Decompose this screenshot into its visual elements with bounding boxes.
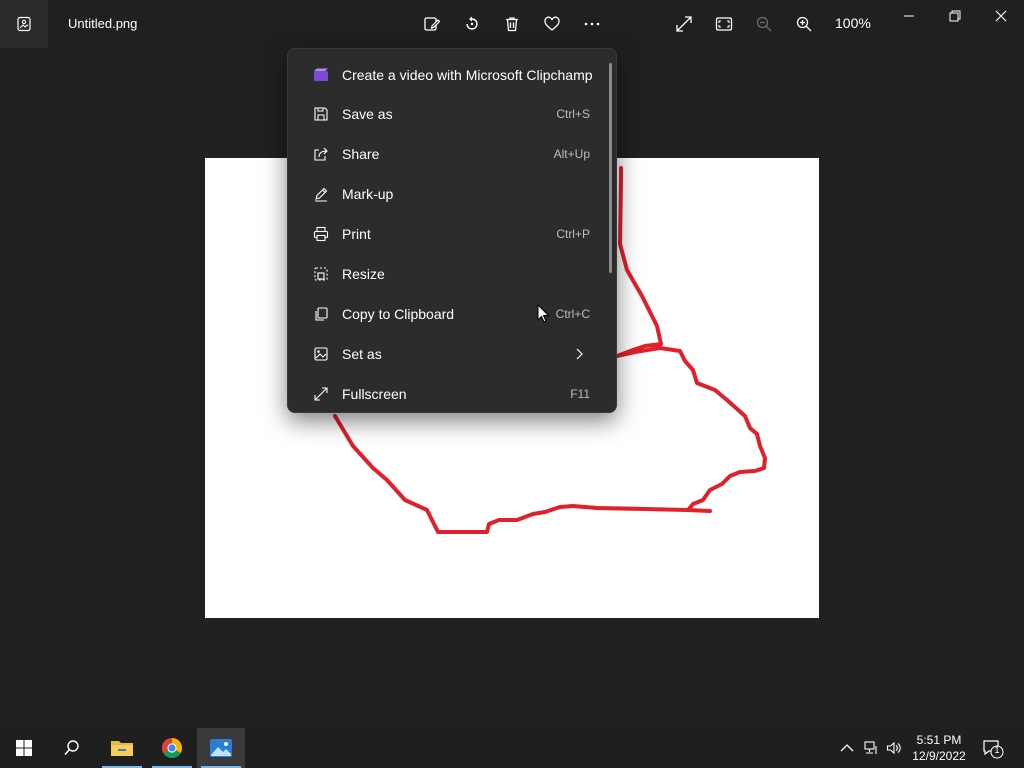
menu-item-shortcut: Ctrl+C bbox=[555, 307, 590, 321]
save-icon bbox=[312, 105, 330, 123]
fit-window-icon[interactable] bbox=[712, 12, 736, 36]
title-bar: Untitled.png 100% bbox=[0, 0, 1024, 48]
menu-item-print[interactable]: Print Ctrl+P bbox=[294, 216, 606, 252]
delete-icon[interactable] bbox=[500, 12, 524, 36]
menu-item-label: Save as bbox=[342, 106, 393, 122]
menu-item-share[interactable]: Share Alt+Up bbox=[294, 136, 606, 172]
menu-item-label: Create a video with Microsoft Clipchamp bbox=[342, 67, 593, 83]
search-button[interactable] bbox=[48, 728, 96, 768]
menu-item-resize[interactable]: Resize bbox=[294, 256, 606, 292]
network-icon[interactable] bbox=[863, 740, 879, 756]
share-icon bbox=[312, 145, 330, 163]
photos-app-icon bbox=[0, 0, 48, 48]
menu-item-set-as[interactable]: Set as bbox=[294, 336, 606, 372]
chrome-button[interactable] bbox=[148, 728, 196, 768]
chevron-up-icon[interactable] bbox=[839, 740, 855, 756]
menu-scrollbar[interactable] bbox=[609, 63, 612, 273]
search-icon bbox=[64, 740, 79, 756]
pen-icon bbox=[312, 185, 330, 203]
taskbar-clock[interactable]: 5:51 PM 12/9/2022 bbox=[906, 732, 972, 764]
zoom-in-icon[interactable] bbox=[792, 12, 816, 36]
set-as-icon bbox=[312, 345, 330, 363]
menu-item-copy[interactable]: Copy to Clipboard Ctrl+C bbox=[294, 296, 606, 332]
file-explorer-button[interactable] bbox=[98, 728, 146, 768]
notification-center-button[interactable]: 1 bbox=[980, 736, 1004, 760]
zoom-level[interactable]: 100% bbox=[835, 15, 871, 31]
heart-icon[interactable] bbox=[540, 12, 564, 36]
menu-item-label: Set as bbox=[342, 346, 382, 362]
notification-count: 1 bbox=[994, 745, 1000, 755]
menu-item-shortcut: Ctrl+S bbox=[556, 107, 590, 121]
clipchamp-icon bbox=[312, 66, 330, 84]
menu-item-label: Fullscreen bbox=[342, 386, 407, 402]
menu-item-mark-up[interactable]: Mark-up bbox=[294, 176, 606, 212]
menu-item-save-as[interactable]: Save as Ctrl+S bbox=[294, 96, 606, 132]
start-button[interactable] bbox=[0, 728, 48, 768]
minimize-button[interactable] bbox=[886, 0, 932, 32]
expand-icon[interactable] bbox=[672, 12, 696, 36]
fullscreen-icon bbox=[312, 385, 330, 403]
windows-logo-icon bbox=[16, 740, 32, 756]
menu-item-label: Share bbox=[342, 146, 380, 162]
file-name: Untitled.png bbox=[68, 16, 138, 31]
photos-icon bbox=[210, 739, 232, 757]
menu-item-label: Resize bbox=[342, 266, 385, 282]
taskbar: 5:51 PM 12/9/2022 1 bbox=[0, 728, 1024, 768]
chevron-right-icon bbox=[576, 348, 583, 360]
volume-icon[interactable] bbox=[886, 740, 902, 756]
folder-icon bbox=[111, 741, 133, 756]
more-icon[interactable] bbox=[580, 12, 604, 36]
photos-button[interactable] bbox=[197, 728, 245, 768]
menu-item-fullscreen[interactable]: Fullscreen F11 bbox=[294, 376, 606, 412]
menu-item-shortcut: Alt+Up bbox=[553, 147, 590, 161]
clock-time: 5:51 PM bbox=[916, 733, 962, 747]
rotate-icon[interactable] bbox=[460, 12, 484, 36]
edit-image-icon[interactable] bbox=[420, 12, 444, 36]
close-button[interactable] bbox=[978, 0, 1024, 32]
menu-item-clipchamp[interactable]: Create a video with Microsoft Clipchamp bbox=[294, 57, 606, 93]
chrome-icon bbox=[162, 738, 182, 758]
print-icon bbox=[312, 225, 330, 243]
menu-item-shortcut: F11 bbox=[570, 387, 590, 401]
restore-button[interactable] bbox=[932, 0, 978, 32]
zoom-out-icon[interactable] bbox=[752, 12, 776, 36]
resize-icon bbox=[312, 265, 330, 283]
menu-item-label: Mark-up bbox=[342, 186, 394, 202]
context-menu: Create a video with Microsoft Clipchamp … bbox=[287, 48, 617, 413]
mouse-cursor-icon bbox=[537, 304, 550, 323]
menu-item-shortcut: Ctrl+P bbox=[556, 227, 590, 241]
copy-icon bbox=[312, 305, 330, 323]
menu-item-label: Print bbox=[342, 226, 371, 242]
menu-item-label: Copy to Clipboard bbox=[342, 306, 455, 322]
clock-date: 12/9/2022 bbox=[912, 749, 966, 763]
